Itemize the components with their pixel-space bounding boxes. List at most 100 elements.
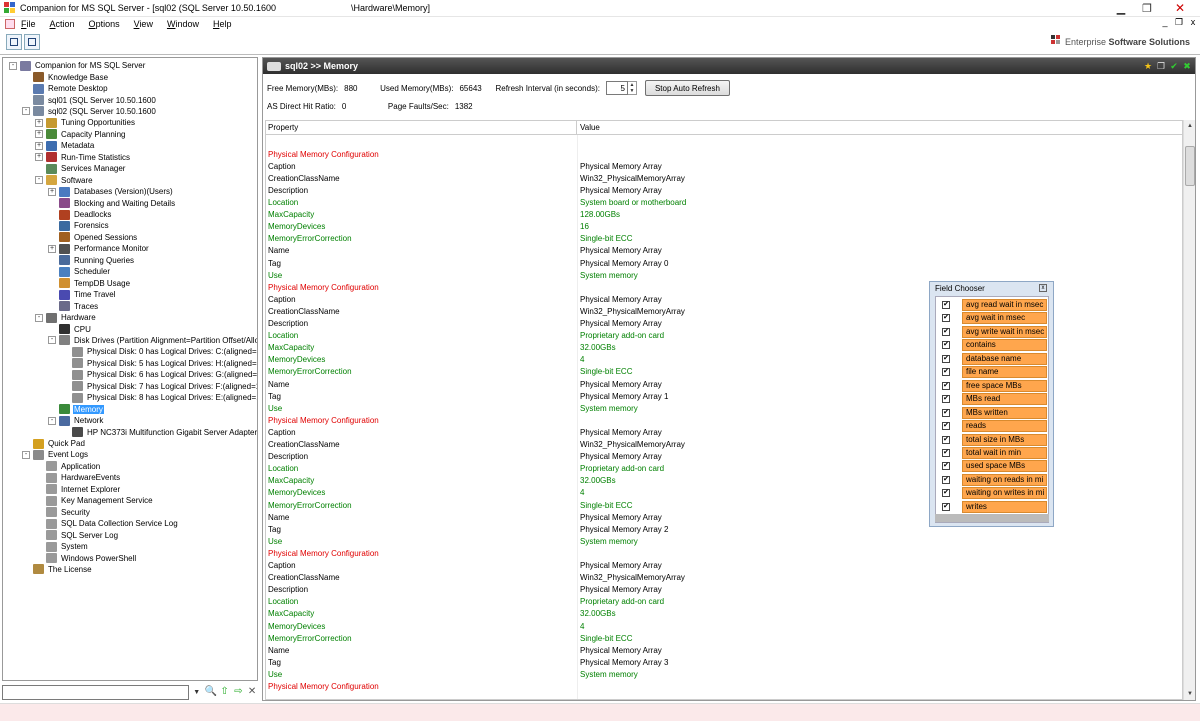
tree-node-label[interactable]: Capacity Planning <box>60 130 126 139</box>
field-label[interactable]: waiting on reads in mi <box>962 473 1047 486</box>
tree-node-label[interactable]: sql01 (SQL Server 10.50.1600 <box>47 96 157 105</box>
field-chooser-item[interactable]: ✔ free space MBs <box>936 379 1050 392</box>
tree-node-label[interactable]: Forensics <box>73 221 110 230</box>
tree-node[interactable]: CPU <box>48 323 92 335</box>
field-checkbox[interactable]: ✔ <box>942 368 950 377</box>
field-checkbox[interactable]: ✔ <box>942 327 950 336</box>
collapse-icon[interactable]: - <box>22 107 30 116</box>
close-button[interactable]: ✕ <box>1160 0 1200 16</box>
tree-node-label[interactable]: Network <box>73 416 104 425</box>
table-row[interactable]: Name Physical Memory Array <box>266 511 662 523</box>
table-row[interactable]: MaxCapacity 32.00GBs <box>266 342 616 354</box>
tree-node[interactable]: - Hardware <box>35 312 97 323</box>
tree-node-label[interactable]: Key Management Service <box>60 496 154 505</box>
tree-node-label[interactable]: Physical Disk: 7 has Logical Drives: F:(… <box>86 382 257 391</box>
field-label[interactable]: writes <box>962 500 1047 513</box>
table-row[interactable]: MemoryErrorCorrection Single-bit ECC <box>266 233 632 245</box>
mdi-child-icon[interactable] <box>5 19 15 29</box>
restore-button[interactable]: ❐ <box>1134 0 1160 16</box>
menu-options[interactable]: Options <box>89 19 120 29</box>
tree-node-label[interactable]: Windows PowerShell <box>60 554 137 563</box>
field-chooser-item[interactable]: ✔ used space MBs <box>936 460 1050 473</box>
mdi-close-button[interactable]: x <box>1186 17 1200 28</box>
tree-node-label[interactable]: Tuning Opportunities <box>60 118 136 127</box>
field-label[interactable]: reads <box>962 420 1047 433</box>
menu-window[interactable]: Window <box>167 19 199 29</box>
tree-node[interactable]: Knowledge Base <box>22 71 109 83</box>
field-checkbox[interactable]: ✔ <box>942 462 950 471</box>
stepper-arrows-icon[interactable]: ▲ ▼ <box>627 81 637 95</box>
field-chooser-item[interactable]: ✔ avg wait in msec <box>936 312 1050 325</box>
tree-node[interactable]: - Event Logs <box>22 449 89 460</box>
tree-node-label[interactable]: Blocking and Waiting Details <box>73 199 176 208</box>
tree-node[interactable]: SQL Server Log <box>35 529 119 541</box>
table-row[interactable]: MemoryDevices 4 <box>266 620 584 632</box>
tree-node-label[interactable]: Databases (Version)(Users) <box>73 187 174 196</box>
field-checkbox[interactable]: ✔ <box>942 502 950 511</box>
table-row[interactable]: Physical Memory Configuration <box>266 414 580 426</box>
expand-icon[interactable]: + <box>35 153 43 162</box>
tree-node-label[interactable]: Software <box>60 176 94 185</box>
table-row[interactable]: Use System memory <box>266 668 638 680</box>
table-row[interactable]: MemoryErrorCorrection Single-bit ECC <box>266 632 632 644</box>
field-chooser-item[interactable]: ✔ total size in MBs <box>936 433 1050 446</box>
table-row[interactable]: Name Physical Memory Array <box>266 378 662 390</box>
field-checkbox[interactable]: ✔ <box>942 395 950 404</box>
field-chooser-item[interactable]: ✔ total wait in min <box>936 446 1050 459</box>
menu-file[interactable]: File <box>21 19 36 29</box>
table-row[interactable]: Physical Memory Configuration <box>266 547 580 559</box>
column-header-property[interactable]: Property <box>266 121 577 135</box>
field-checkbox[interactable]: ✔ <box>942 475 950 484</box>
tree-node-label[interactable]: Time Travel <box>73 290 117 299</box>
close-panel-icon[interactable]: ✖ <box>1182 61 1192 71</box>
tree-node-label[interactable]: sql02 (SQL Server 10.50.1600 <box>47 107 157 116</box>
table-row[interactable]: CreationClassName Win32_PhysicalMemoryArr… <box>266 439 685 451</box>
table-row[interactable] <box>266 136 580 148</box>
tree-node[interactable]: + Performance Monitor <box>48 243 150 254</box>
table-row[interactable]: Name Physical Memory Array <box>266 644 662 656</box>
table-row[interactable]: CreationClassName Win32_PhysicalMemoryArr… <box>266 172 685 184</box>
tree-node[interactable]: Windows PowerShell <box>35 552 137 564</box>
tree-node-label[interactable]: Services Manager <box>60 164 126 173</box>
tree-node-label[interactable]: Security <box>60 508 91 517</box>
scroll-up-icon[interactable]: ▲ <box>1185 121 1195 131</box>
panel-view-toggle-button[interactable] <box>24 34 40 50</box>
tree-node-label[interactable]: HardwareEvents <box>60 473 121 482</box>
tree-node-label[interactable]: TempDB Usage <box>73 279 131 288</box>
tree-node-label[interactable]: Running Queries <box>73 256 135 265</box>
field-label[interactable]: total wait in min <box>962 446 1047 459</box>
tree-node[interactable]: Application <box>35 461 101 472</box>
table-row[interactable]: Use System memory <box>266 535 638 547</box>
tree-node-label[interactable]: HP NC373i Multifunction Gigabit Server A… <box>86 428 257 437</box>
field-checkbox[interactable]: ✔ <box>942 422 950 431</box>
mdi-minimize-button[interactable]: _ <box>1158 17 1172 28</box>
table-row[interactable]: Location Proprietary add-on card <box>266 330 664 342</box>
collapse-icon[interactable]: - <box>9 61 17 70</box>
minimize-button[interactable]: ▁ <box>1108 0 1134 16</box>
tree-node-label[interactable]: Disk Drives (Partition Alignment=Partiti… <box>73 336 257 345</box>
tree-node-label[interactable]: Physical Disk: 0 has Logical Drives: C:(… <box>86 347 257 356</box>
expand-icon[interactable]: + <box>35 130 43 139</box>
table-row[interactable]: MemoryDevices 4 <box>266 487 584 499</box>
field-label[interactable]: free space MBs <box>962 379 1047 392</box>
tree-node[interactable]: - Disk Drives (Partition Alignment=Partit… <box>48 335 257 346</box>
field-chooser-item[interactable]: ✔ reads <box>936 420 1050 433</box>
tree-node[interactable]: The License <box>22 564 93 575</box>
field-checkbox[interactable]: ✔ <box>942 314 950 323</box>
field-label[interactable]: file name <box>962 366 1047 379</box>
table-row[interactable]: Description Physical Memory Array <box>266 184 662 196</box>
tree-node[interactable]: + Metadata <box>35 140 95 151</box>
tree-node[interactable]: Opened Sessions <box>48 232 138 243</box>
tree-node[interactable]: Physical Disk: 6 has Logical Drives: G:(… <box>61 369 257 380</box>
table-row[interactable]: Caption Physical Memory Array <box>266 426 662 438</box>
scroll-thumb[interactable] <box>1185 146 1195 186</box>
tree-node[interactable]: System <box>35 541 89 552</box>
expand-icon[interactable]: + <box>35 118 43 127</box>
tree-view-toggle-button[interactable] <box>6 34 22 50</box>
refresh-interval-stepper[interactable]: ▲▼ <box>605 81 637 95</box>
tree-search-input[interactable] <box>2 684 189 700</box>
field-checkbox[interactable]: ✔ <box>942 408 950 417</box>
table-row[interactable]: CreationClassName Win32_PhysicalMemoryArr… <box>266 572 685 584</box>
field-chooser-item[interactable]: ✔ waiting on writes in mi <box>936 487 1050 500</box>
tree-node[interactable]: + Run-Time Statistics <box>35 152 131 163</box>
